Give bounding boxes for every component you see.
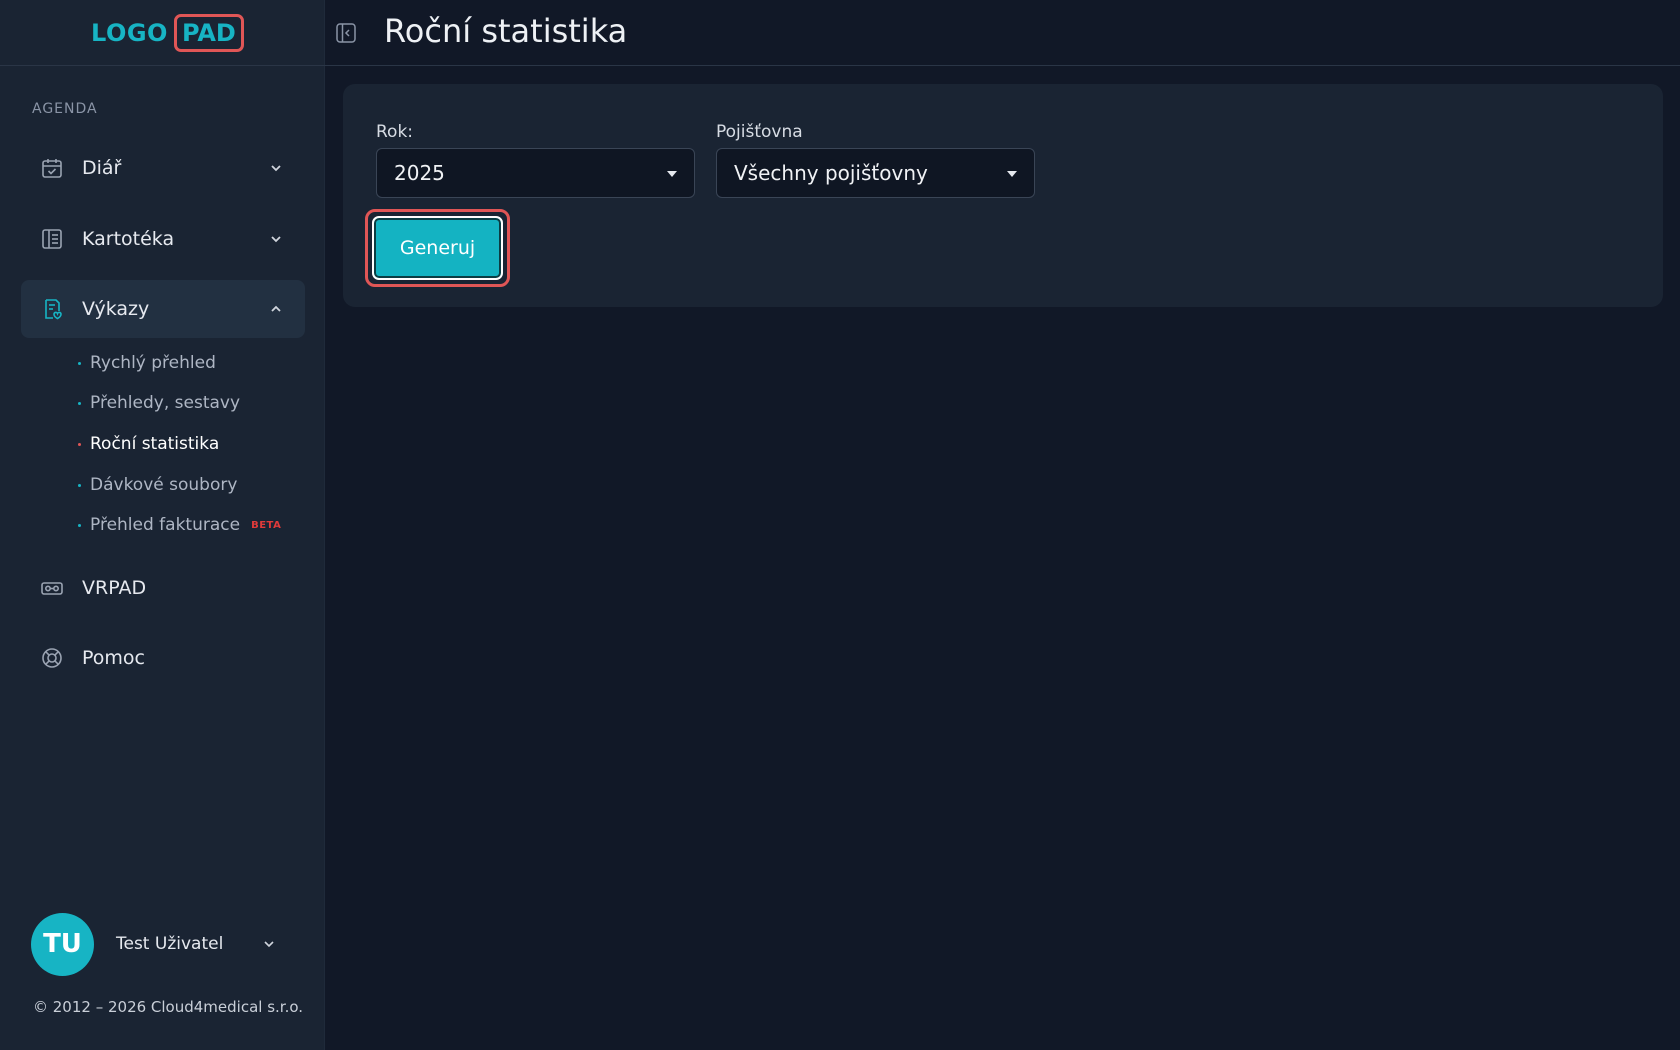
logo[interactable]: LOGO PAD [91, 13, 244, 53]
sidebar-subitem-rychly-prehled[interactable]: Rychlý přehled [78, 348, 216, 378]
beta-badge: BETA [251, 519, 282, 531]
avatar: TU [31, 912, 94, 976]
chevron-up-icon [271, 305, 281, 312]
sidebar-subitem-label: Roční statistika [90, 434, 220, 454]
logo-text-highlighted: PAD [173, 14, 244, 52]
sidebar-item-label: VRPAD [82, 577, 147, 599]
year-label: Rok: [376, 122, 414, 142]
sidebar-item-label: Pomoc [82, 647, 145, 669]
bullet-dot [78, 401, 81, 405]
generate-button[interactable]: Generuj [372, 216, 503, 280]
sidebar-item-label: Výkazy [82, 298, 150, 320]
chevron-down-icon [264, 941, 274, 948]
insurer-label: Pojišťovna [716, 122, 803, 142]
sidebar-item-pomoc[interactable]: Pomoc [21, 629, 305, 687]
sidebar-item-label: Kartotéka [82, 228, 175, 250]
sidebar-subitem-label: Dávkové soubory [90, 475, 238, 495]
sidebar-subitem-davkove-soubory[interactable]: Dávkové soubory [78, 470, 237, 500]
chevron-down-icon [271, 236, 281, 243]
sidebar-item-vykazy[interactable]: Výkazy [21, 280, 305, 338]
collapse-sidebar-icon[interactable] [335, 22, 357, 44]
caret-down-icon [1007, 171, 1017, 177]
chevron-down-icon [271, 165, 281, 172]
calendar-check-icon [42, 159, 62, 178]
insurer-select-value: Všechny pojišťovny [734, 161, 928, 185]
year-select[interactable]: 2025 [376, 148, 695, 198]
bullet-dot [78, 442, 81, 446]
card-file-icon [42, 229, 62, 249]
user-name: Test Uživatel [116, 934, 224, 954]
sidebar-item-label: Diář [82, 157, 122, 179]
sidebar-subitem-prehledy-sestavy[interactable]: Přehledy, sestavy [78, 388, 240, 418]
top-bar: Roční statistika [325, 0, 1680, 66]
bullet-dot [78, 523, 81, 527]
sidebar-item-vrpad[interactable]: VRPAD [21, 559, 305, 617]
insurer-select[interactable]: Všechny pojišťovny [716, 148, 1035, 198]
bullet-dot [78, 483, 81, 487]
statistics-form-card: Rok: 2025 Pojišťovna Všechny pojišťovny … [343, 84, 1663, 307]
sidebar: LOGO PAD AGENDA Diář Kartotéka Výkazy Ry… [0, 0, 325, 1050]
sidebar-subitem-label: Rychlý přehled [90, 353, 216, 373]
sidebar-subitem-rocni-statistika[interactable]: Roční statistika [78, 429, 219, 459]
copyright: © 2012 – 2026 Cloud4medical s.r.o. [33, 998, 304, 1016]
sidebar-subitem-label: Přehled fakturace [90, 515, 241, 535]
generate-button-highlight: Generuj [365, 209, 510, 287]
sidebar-subitem-label: Přehledy, sestavy [90, 393, 241, 413]
sidebar-subitem-prehled-fakturace[interactable]: Přehled fakturace BETA [78, 510, 281, 540]
logo-bar: LOGO PAD [0, 0, 325, 66]
sidebar-item-diar[interactable]: Diář [21, 139, 305, 197]
section-label-agenda: AGENDA [32, 101, 98, 117]
vr-headset-icon [41, 582, 63, 595]
caret-down-icon [667, 171, 677, 177]
user-menu[interactable]: TU Test Uživatel [31, 912, 291, 976]
lifebuoy-icon [42, 648, 62, 668]
report-icon [45, 299, 62, 320]
sidebar-item-kartoteka[interactable]: Kartotéka [21, 210, 305, 268]
page-title: Roční statistika [384, 12, 628, 50]
year-select-value: 2025 [394, 161, 445, 185]
logo-text: LOGO [91, 19, 168, 47]
bullet-dot [78, 361, 81, 365]
